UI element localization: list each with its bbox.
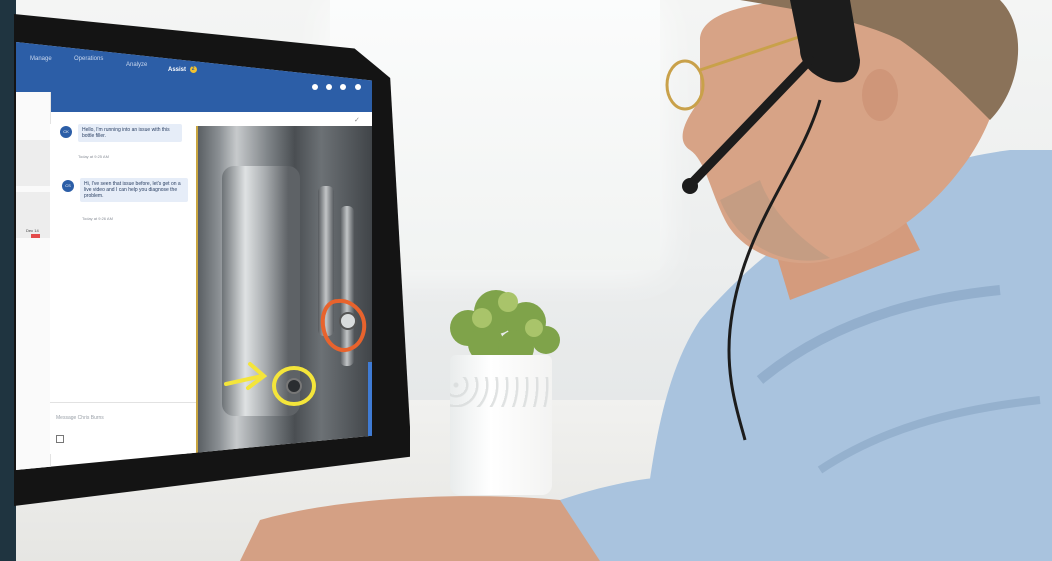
conversation-list-item-active[interactable]: Dec 14 bbox=[16, 192, 50, 238]
message-timestamp: Today at 9:26 AM bbox=[82, 216, 113, 221]
message-input[interactable]: Message Chris Burns bbox=[50, 402, 200, 443]
photo-scene: Manage Operations Analyze Assist 2 Dec 1… bbox=[0, 0, 1052, 561]
settings-icon[interactable] bbox=[326, 84, 332, 90]
chat-message: Hi, I've seen that issue before, let's g… bbox=[80, 178, 188, 202]
assist-badge: 2 bbox=[189, 66, 197, 73]
nav-assist[interactable]: Assist 2 bbox=[168, 66, 197, 73]
avatar: CS bbox=[62, 180, 74, 192]
attach-icon[interactable] bbox=[56, 435, 64, 443]
conversation-sidebar: Dec 14 bbox=[16, 92, 51, 470]
conversation-date: Dec 14 bbox=[26, 228, 39, 233]
avatar: CK bbox=[60, 126, 72, 138]
help-icon[interactable] bbox=[340, 84, 346, 90]
nav-operations[interactable]: Operations bbox=[74, 56, 103, 62]
message-timestamp: Today at 9:25 AM bbox=[78, 154, 109, 159]
monitor-screen: Manage Operations Analyze Assist 2 Dec 1… bbox=[16, 42, 372, 470]
status-tag bbox=[31, 234, 40, 238]
nav-analyze[interactable]: Analyze bbox=[126, 62, 147, 68]
conversation-list-item[interactable] bbox=[16, 140, 50, 186]
message-placeholder: Message Chris Burns bbox=[56, 415, 104, 421]
nav-assist-label: Assist bbox=[168, 67, 187, 74]
close-icon[interactable]: ✓ bbox=[354, 116, 360, 124]
profile-icon[interactable] bbox=[355, 84, 361, 90]
headset-icon[interactable] bbox=[312, 84, 318, 90]
nav-manage[interactable]: Manage bbox=[30, 56, 52, 62]
left-edge-strip bbox=[0, 0, 16, 561]
video-annotations bbox=[224, 298, 367, 406]
live-video-feed[interactable] bbox=[196, 126, 372, 456]
chat-message: Hello, I'm running into an issue with th… bbox=[78, 124, 182, 142]
